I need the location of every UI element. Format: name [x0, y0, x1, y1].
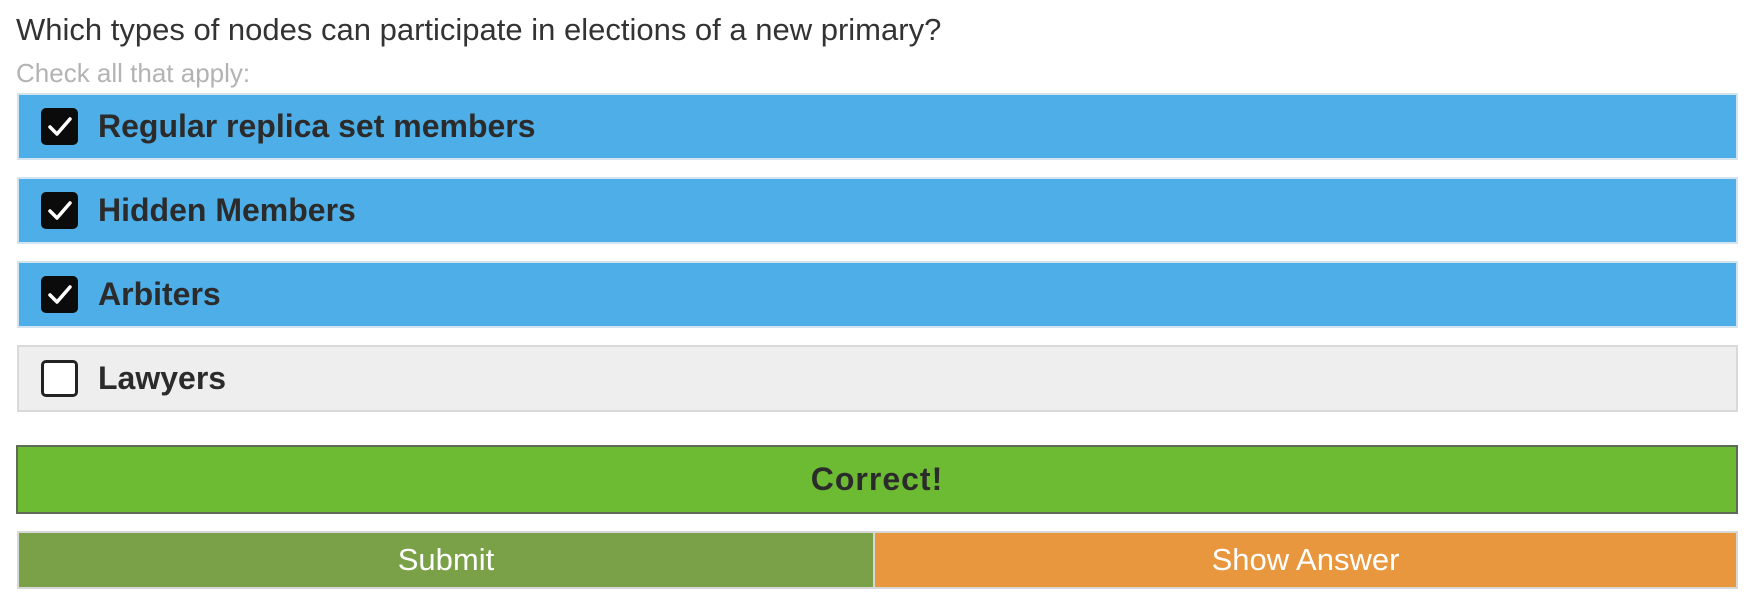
- answer-options: Regular replica set members Hidden Membe…: [17, 93, 1738, 429]
- checkbox-unchecked-icon[interactable]: [41, 360, 78, 397]
- submit-button[interactable]: Submit: [17, 531, 875, 589]
- action-buttons: Submit Show Answer: [17, 531, 1738, 589]
- result-banner: Correct!: [16, 445, 1738, 514]
- show-answer-button[interactable]: Show Answer: [875, 531, 1738, 589]
- checkbox-checked-icon[interactable]: [41, 108, 78, 145]
- option-lawyers[interactable]: Lawyers: [17, 345, 1738, 412]
- question-hint: Check all that apply:: [16, 58, 251, 88]
- option-arbiters[interactable]: Arbiters: [17, 261, 1738, 328]
- checkbox-checked-icon[interactable]: [41, 276, 78, 313]
- option-label: Arbiters: [98, 276, 221, 312]
- option-label: Lawyers: [98, 360, 227, 396]
- option-label: Regular replica set members: [98, 108, 536, 144]
- question-text: Which types of nodes can participate in …: [16, 12, 942, 47]
- option-hidden-members[interactable]: Hidden Members: [17, 177, 1738, 244]
- checkbox-checked-icon[interactable]: [41, 192, 78, 229]
- option-regular-replica-set-members[interactable]: Regular replica set members: [17, 93, 1738, 160]
- option-label: Hidden Members: [98, 192, 356, 228]
